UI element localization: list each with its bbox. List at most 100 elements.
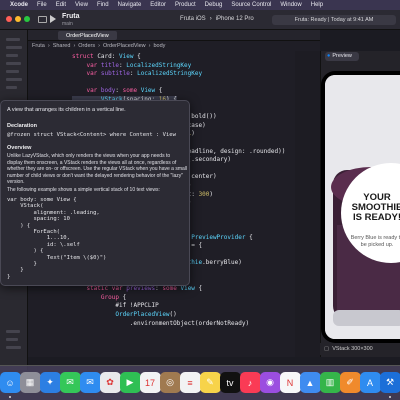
breadcrumb-item-file[interactable]: OrderPlacedView [103, 43, 146, 49]
news-icon[interactable]: N [279, 372, 301, 393]
code-line[interactable]: OrderPlacedView() [72, 311, 176, 318]
tab-order-placed-view[interactable]: OrderPlacedView [58, 31, 117, 40]
app-store-icon[interactable]: A [359, 372, 381, 393]
menu-item-help[interactable]: Help [311, 2, 323, 8]
menu-item-navigate[interactable]: Navigate [118, 2, 142, 8]
photos-icon[interactable]: ✿ [99, 372, 121, 393]
navigator-row[interactable] [6, 46, 22, 49]
running-indicator [9, 396, 11, 398]
status-text: Fruta: Ready | Today at 9:41 AM [294, 17, 374, 23]
safari-icon[interactable]: ✦ [39, 372, 61, 393]
preview-canvas: ● Preview YOUR SMOOTHIE IS READY! Berry … [320, 51, 400, 357]
code-line[interactable]: struct Card: View { [72, 53, 141, 60]
pages-icon[interactable]: ✐ [339, 372, 361, 393]
navigator-row[interactable] [6, 62, 21, 65]
apple-tv-icon[interactable]: tv [219, 372, 241, 393]
reminders-icon[interactable]: ≡ [179, 372, 201, 393]
example-code-line: } [7, 261, 37, 267]
navigator-row[interactable] [6, 54, 18, 57]
example-code-line: 1...10, [7, 235, 70, 242]
facetime-icon[interactable]: ▶ [119, 372, 141, 393]
podcasts-icon[interactable]: ◉ [259, 372, 281, 393]
calendar-icon[interactable]: 17 [139, 372, 161, 393]
code-line[interactable]: static var previews: some View { [72, 285, 202, 292]
menu-item-source-control[interactable]: Source Control [231, 2, 271, 8]
running-indicator [389, 396, 391, 398]
menu-item-editor[interactable]: Editor [150, 2, 166, 8]
menu-item-view[interactable]: View [75, 2, 88, 8]
navigator-row[interactable] [6, 330, 20, 333]
menu-item-product[interactable]: Product [175, 2, 196, 8]
quick-help-overview-heading: Overview [7, 145, 32, 151]
menu-item-xcode[interactable]: Xcode [10, 2, 28, 8]
example-code-line: alignment: .leading, [7, 209, 100, 216]
card-title: YOUR SMOOTHIE IS READY! [351, 192, 400, 223]
quick-help-example-code: var body: some View { VStack( alignment:… [7, 197, 183, 281]
preview-selection-label: VStack 300×300 [332, 346, 373, 352]
preview-label: Preview [332, 53, 352, 59]
preview-label-container: ● Preview [327, 53, 352, 59]
code-line[interactable]: var title: LocalizedStringKey [72, 62, 191, 69]
quick-help-example-intro: The following example shows a simple ver… [7, 187, 160, 193]
mail-icon[interactable]: ✉ [79, 372, 101, 393]
minimize-window-button[interactable] [15, 16, 21, 22]
breadcrumb-item-orders[interactable]: Orders [78, 43, 95, 49]
device-frame: YOUR SMOOTHIE IS READY! Berry Blue is re… [321, 71, 400, 343]
navigator-row[interactable] [6, 86, 17, 89]
numbers-icon[interactable]: ▥ [319, 372, 341, 393]
chevron-right-icon: › [73, 43, 76, 49]
xcode-icon[interactable]: ⚒ [379, 372, 400, 393]
run-button[interactable] [50, 15, 56, 23]
device-screen: YOUR SMOOTHIE IS READY! Berry Blue is re… [325, 75, 400, 339]
example-code-line: ) { [7, 222, 31, 229]
code-line[interactable]: .environmentObject(orderNotReady) [72, 320, 249, 327]
navigator-row[interactable] [6, 346, 21, 349]
example-code-line: VStack( [7, 203, 44, 210]
minimap[interactable] [295, 51, 320, 357]
code-line[interactable]: var subtitle: LocalizedStringKey [72, 70, 202, 77]
zoom-window-button[interactable] [24, 16, 30, 22]
code-line[interactable]: Group { [72, 294, 126, 301]
device-name: iPhone 12 Pro [215, 16, 254, 22]
scheme-selector[interactable]: Fruta iOS › iPhone 12 Pro [180, 16, 254, 22]
example-code-line: spacing: 10 [7, 216, 70, 223]
activity-status: Fruta: Ready | Today at 9:41 AM [272, 15, 396, 25]
messages-icon[interactable]: ✉ [59, 372, 81, 393]
menu-item-edit[interactable]: Edit [56, 2, 66, 8]
notes-icon[interactable]: ✎ [199, 372, 221, 393]
close-window-button[interactable] [6, 16, 12, 22]
menu-item-file[interactable]: File [37, 2, 47, 8]
navigator-row[interactable] [6, 338, 18, 341]
music-icon[interactable]: ♪ [239, 372, 261, 393]
navigator-row[interactable] [6, 78, 22, 81]
navigator-row[interactable] [6, 38, 20, 41]
breadcrumb-item-shared[interactable]: Shared [53, 43, 71, 49]
project-name: Fruta [62, 13, 80, 20]
scheme-name: Fruta iOS [180, 16, 206, 22]
sidebar-toggle-icon[interactable] [38, 16, 47, 23]
menu-item-find[interactable]: Find [97, 2, 109, 8]
quick-help-popover: A view that arranges its children in a v… [0, 100, 190, 286]
menu-item-window[interactable]: Window [280, 2, 301, 8]
example-code-line: } [7, 267, 24, 274]
code-line[interactable]: #if !APPCLIP [72, 302, 158, 309]
finder-icon[interactable]: ☺ [0, 372, 21, 393]
breadcrumb-item-symbol[interactable]: body [153, 43, 165, 49]
menu-item-debug[interactable]: Debug [205, 2, 223, 8]
example-code-line: ) { [7, 248, 44, 255]
example-code-line: } [7, 273, 11, 280]
launchpad-icon[interactable]: ▦ [19, 372, 41, 393]
chevron-right-icon: › [148, 43, 151, 49]
selection-icon: ▢ [324, 346, 330, 352]
card-subtitle: Berry Blue is ready to be picked up. [350, 235, 400, 248]
quick-help-summary: A view that arranges its children in a v… [7, 107, 126, 113]
example-code-line: Text("Item \($0)") [7, 254, 107, 261]
contacts-icon[interactable]: ◎ [159, 372, 181, 393]
code-line[interactable]: var body: some View { [72, 87, 162, 94]
chevron-right-icon: › [47, 43, 50, 49]
keynote-icon[interactable]: ▲ [299, 372, 321, 393]
window-controls [6, 16, 30, 22]
quick-help-overview: Unlike LazyVStack, which only renders th… [7, 153, 188, 186]
breadcrumb-item-fruta[interactable]: Fruta [32, 43, 45, 49]
navigator-row[interactable] [6, 70, 19, 73]
